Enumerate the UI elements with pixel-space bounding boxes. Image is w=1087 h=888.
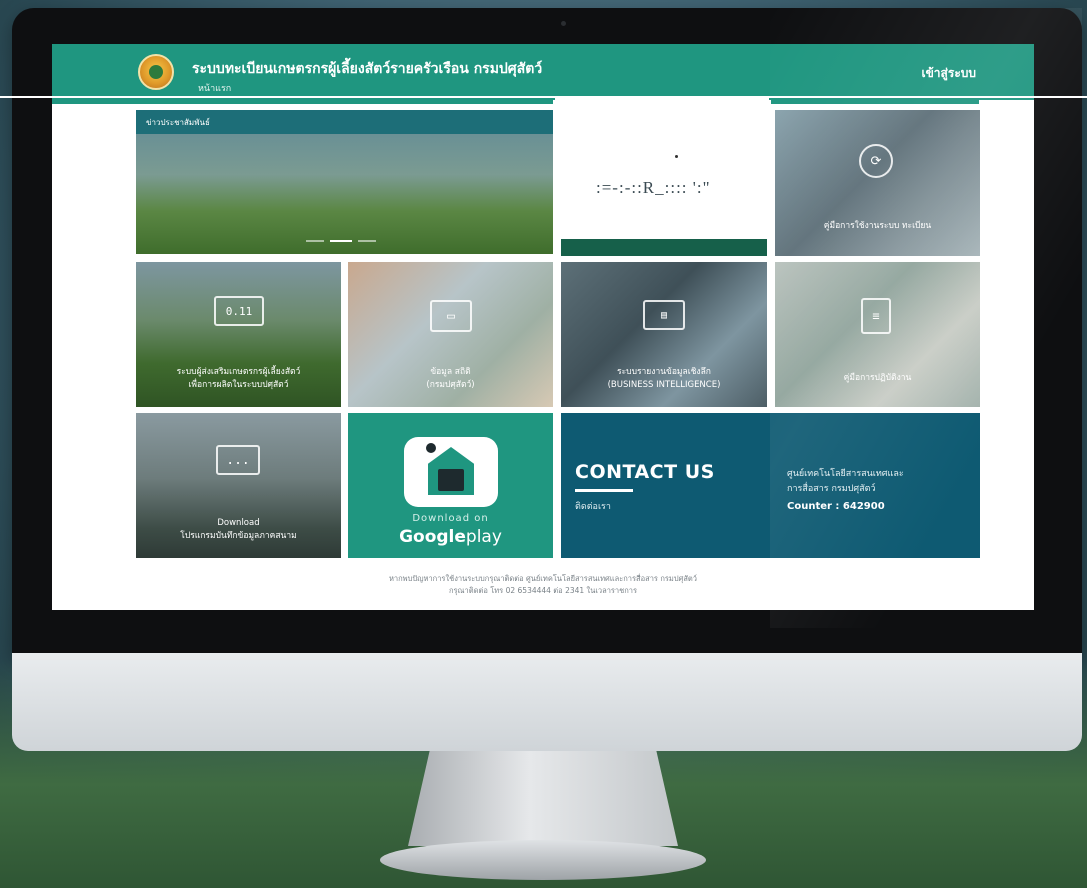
header-strip-right [771,100,979,104]
tile-survey-label: คู่มือการปฏิบัติงาน [843,373,912,383]
monitor-foot [380,840,706,880]
visitor-counter: Counter : 642900 [787,501,885,512]
news-header-bar: ข่าวประชาสัมพันธ์ [136,110,553,134]
overlay-divider-line [0,96,1087,98]
breadcrumb-home[interactable]: หน้าแรก [198,81,231,95]
contact-organization: ศูนย์เทคโนโลยีสารสนเทศและ การสื่อสาร กรม… [787,469,904,494]
contact-divider [575,489,633,492]
news-slider[interactable]: ข่าวประชาสัมพันธ์ [136,110,553,254]
department-logo-icon[interactable] [138,54,174,90]
app-house-icon [404,437,498,507]
google-play-wordmark: Googleplay [399,527,502,547]
contact-panel: CONTACT US ติดต่อเรา ศูนย์เทคโนโลยีสารสน… [561,413,980,558]
slider-dots[interactable] [306,240,376,242]
tile-google-play[interactable]: Download on Googleplay [348,413,553,558]
chart-bar-icon: 0.11 [214,296,264,326]
slider-dot[interactable] [306,240,324,242]
monitor-chin [12,653,1082,751]
slider-dot-active[interactable] [330,240,352,242]
news-label: ข่าวประชาสัมพันธ์ [146,118,210,127]
slider-dot[interactable] [358,240,376,242]
footer-line-1: หากพบปัญหาการใช้งานระบบกรุณาติดต่อ ศูนย์… [388,574,698,583]
website-screen: ระบบทะเบียนเกษตรกรผู้เลี้ยงสัตว์รายครัวเ… [52,44,1034,610]
clipboard-icon: ≡ [861,298,891,334]
tile-system-register[interactable]: 0.11 ระบบผู้ส่งเสริมเกษตรกรผู้เลี้ยงสัตว… [136,262,341,407]
blank-panel [555,98,769,238]
site-title: ระบบทะเบียนเกษตรกรผู้เลี้ยงสัตว์รายครัวเ… [192,61,543,77]
garbled-caption: :=-:-::R_:::: ':" [596,178,711,197]
tile-survey[interactable]: ≡ คู่มือการปฏิบัติงาน [775,262,980,407]
webcam-dot [561,21,566,26]
refresh-icon: ⟳ [859,144,893,178]
tile-download-form-label-2: โปรแกรมบันทึกข้อมูลภาคสนาม [180,531,297,541]
monitor-stand [408,751,678,846]
tile-manual-label: คู่มือการใช้งานระบบ ทะเบียน [823,221,932,231]
site-header: ระบบทะเบียนเกษตรกรผู้เลี้ยงสัตว์รายครัวเ… [52,44,1034,100]
tile-statistics-label-2: (กรมปศุสัตว์) [426,380,475,390]
contact-link[interactable]: ติดต่อเรา [575,499,611,513]
tile-statistics[interactable]: ▭ ข้อมูล สถิติ (กรมปศุสัตว์) [348,262,553,407]
header-strip-left [52,100,553,104]
blank-panel-dot [675,155,678,158]
monitor-icon: ▤ [643,300,685,330]
tile-manual[interactable]: ⟳ คู่มือการใช้งานระบบ ทะเบียน [775,110,980,256]
tile-bi-label-2: (BUSINESS INTELLIGENCE) [607,380,721,390]
contact-title: CONTACT US [575,461,715,483]
image-icon: ▭ [430,300,472,332]
tile-download-form[interactable]: ... Download โปรแกรมบันทึกข้อมูลภาคสนาม [136,413,341,558]
google-play-download-on: Download on [412,513,489,524]
chat-bubble-icon: ... [216,445,260,475]
green-footer-bar [561,239,767,256]
tile-system-register-label-2: เพื่อการผลิตในระบบปศุสัตว์ [188,380,289,390]
tile-business-intelligence[interactable]: ▤ ระบบรายงานข้อมูลเชิงลึก (BUSINESS INTE… [561,262,767,407]
login-link[interactable]: เข้าสู่ระบบ [922,64,977,83]
tile-system-register-label-1: ระบบผู้ส่งเสริมเกษตรกรผู้เลี้ยงสัตว์ [176,367,301,377]
tile-statistics-label-1: ข้อมูล สถิติ [430,367,471,377]
footer-line-2: กรุณาติดต่อ โทร 02 6534444 ต่อ 2341 ในเว… [448,586,638,595]
tile-bi-label-1: ระบบรายงานข้อมูลเชิงลึก [617,367,711,377]
tile-download-form-label-1: Download [217,518,260,528]
